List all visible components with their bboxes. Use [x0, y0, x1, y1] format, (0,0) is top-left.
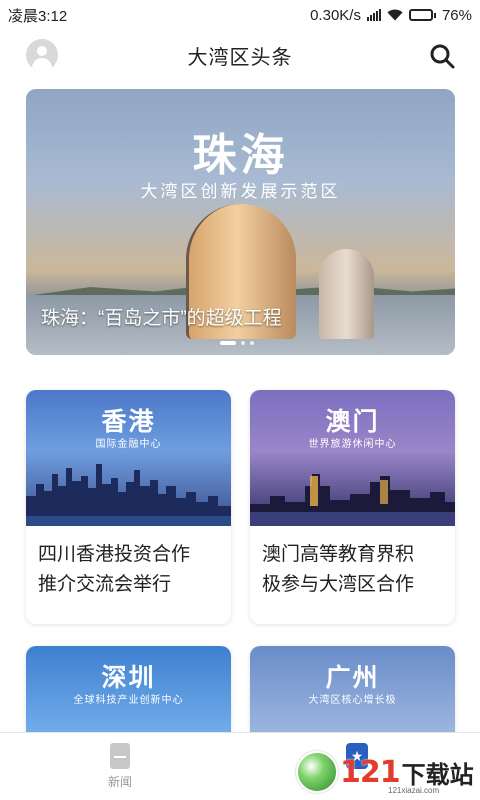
card-city: 香港 [101, 407, 156, 436]
watermark-ball-icon [296, 751, 338, 793]
search-icon[interactable] [428, 42, 456, 70]
card-tag: 国际金融中心 [95, 439, 162, 450]
card-image: 澳门 世界旅游休闲中心 [250, 390, 455, 526]
banner-caption: 珠海：“百岛之市”的超级工程 [41, 308, 282, 329]
card-city: 广州 [325, 663, 380, 692]
carousel-dot-active [220, 341, 236, 345]
status-indicators: 0.30K/s 76% [310, 7, 472, 24]
card-image: 香港 国际金融中心 [26, 390, 231, 526]
carousel-dot [250, 341, 254, 345]
page-title: 大湾区头条 [187, 46, 293, 69]
card-tag: 全球科技产业创新中心 [73, 695, 184, 706]
card-city: 深圳 [101, 663, 156, 692]
feed[interactable]: 珠海 大湾区创新发展示范区 珠海：“百岛之市”的超级工程 香港 国际金融中心 四… [0, 80, 480, 732]
card-image: 广州 大湾区核心增长极 [250, 646, 455, 732]
card-headline-line: 极参与大湾区合作 [262, 574, 415, 595]
card-headline-line: 推介交流会举行 [38, 574, 172, 595]
card-headline-line: 四川香港投资合作 [38, 544, 191, 565]
news-card[interactable]: 深圳 全球科技产业创新中心 [26, 646, 231, 732]
status-bar: 凌晨3:12 0.30K/s 76% [0, 0, 480, 30]
banner-subtitle: 大湾区创新发展示范区 [140, 182, 341, 201]
banner-building-small [319, 249, 374, 339]
card-headline-line: 澳门高等教育界积 [262, 544, 415, 565]
skyline-image [250, 474, 455, 526]
wifi-icon [387, 9, 403, 21]
news-card[interactable]: 香港 国际金融中心 四川香港投资合作 推介交流会举行 [26, 390, 231, 624]
carousel-dots [220, 341, 254, 345]
skyline-image [26, 464, 231, 526]
card-tag: 大湾区核心增长极 [308, 695, 397, 706]
card-image: 深圳 全球科技产业创新中心 [26, 646, 231, 732]
watermark-url: 121xiazai.com [388, 786, 440, 795]
watermark-number: 121 [340, 754, 401, 790]
watermark-logo: 121 下载站 121xiazai.com [296, 748, 476, 796]
card-tag: 世界旅游休闲中心 [308, 439, 397, 450]
battery-icon [408, 9, 436, 21]
news-card[interactable]: 澳门 世界旅游休闲中心 澳门高等教育界积 极参与大湾区合作 [250, 390, 455, 624]
card-headline: 澳门高等教育界积 极参与大湾区合作 [250, 526, 455, 624]
signal-icon [366, 9, 381, 21]
banner-title: 珠海 [192, 130, 289, 181]
battery-percent: 76% [441, 6, 472, 24]
news-icon [110, 743, 130, 769]
status-time: 凌晨3:12 [8, 7, 68, 25]
card-headline: 四川香港投资合作 推介交流会举行 [26, 526, 231, 624]
nav-item-label: 新闻 [107, 775, 132, 789]
watermark-text: 下载站 [401, 761, 474, 789]
banner-carousel[interactable]: 珠海 大湾区创新发展示范区 珠海：“百岛之市”的超级工程 [26, 89, 455, 355]
news-card[interactable]: 广州 大湾区核心增长极 [250, 646, 455, 732]
app-header: 大湾区头条 [0, 30, 480, 80]
avatar-icon[interactable] [26, 39, 58, 71]
network-speed: 0.30K/s [310, 6, 361, 24]
nav-item-news[interactable]: 新闻 [90, 743, 150, 790]
carousel-dot [241, 341, 245, 345]
card-city: 澳门 [325, 407, 380, 436]
